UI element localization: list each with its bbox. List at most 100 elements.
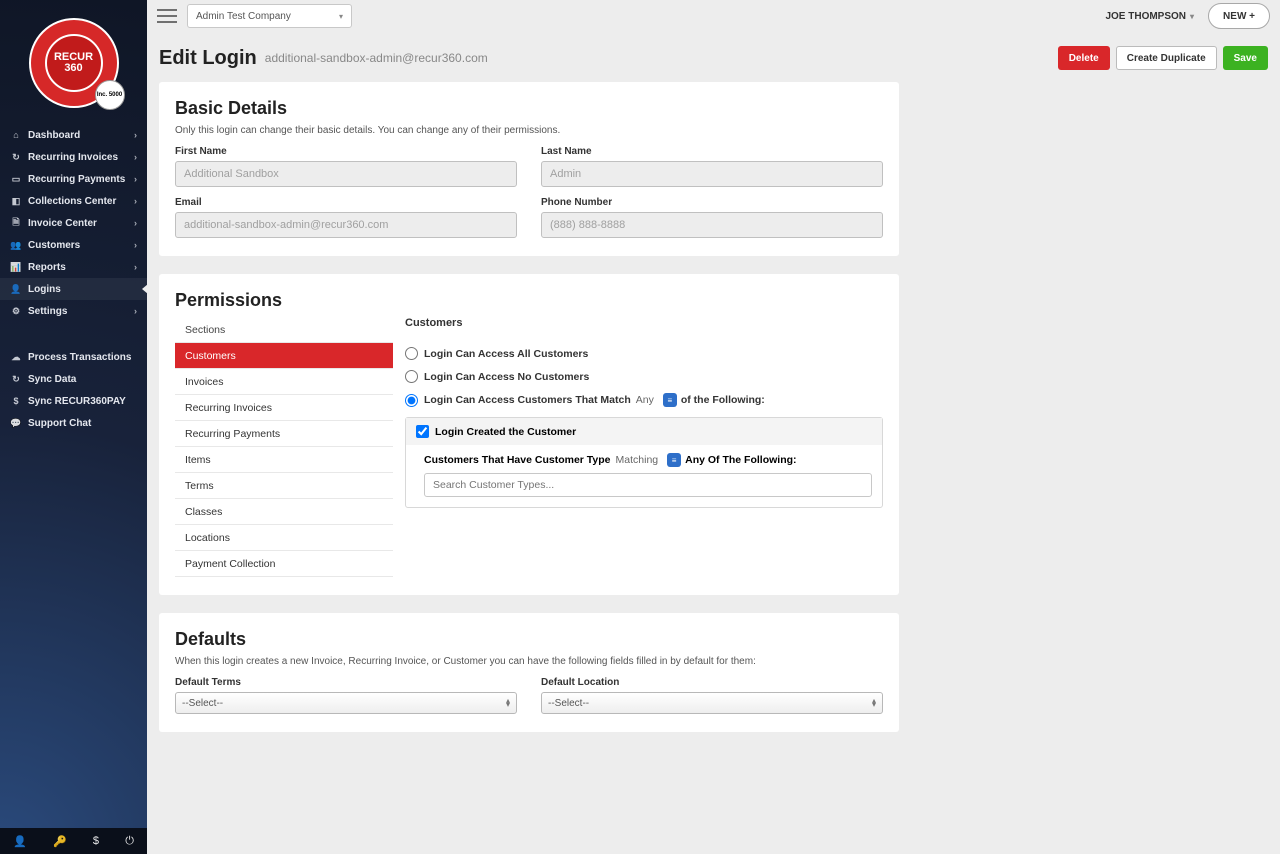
perm-tab-invoices[interactable]: Invoices [175,369,393,395]
nav-item-sync-recur360pay[interactable]: $Sync RECUR360PAY [0,390,147,412]
delete-button[interactable]: Delete [1058,46,1110,70]
perm-tab-locations[interactable]: Locations [175,525,393,551]
nav-item-collections-center[interactable]: ◧ Collections Center › [0,190,147,212]
nav-item-invoice-center[interactable]: 🗎Invoice Center› [0,212,147,234]
nav-label: Support Chat [28,418,91,429]
key-icon[interactable]: 🔑 [53,835,67,848]
perm-tab-customers[interactable]: Customers [175,343,393,369]
radio-match-suffix: of the Following: [681,394,765,406]
new-button-label: NEW + [1223,11,1255,22]
company-select[interactable]: Admin Test Company ▾ [187,4,352,28]
email-label: Email [175,197,517,208]
customer-type-prefix: Customers That Have Customer Type [424,454,611,466]
nav-item-support-chat[interactable]: 💬 Support Chat [0,412,147,434]
perm-tab-classes[interactable]: Classes [175,499,393,525]
nav-icon: 🗎 [10,215,22,231]
page-subtitle: additional-sandbox-admin@recur360.com [265,51,488,65]
defaults-heading: Defaults [175,629,883,650]
nav-icon: ↻ [10,374,22,385]
nav-icon: ▭ [10,174,22,185]
nav-icon: 👤 [10,284,22,295]
chevron-right-icon: › [134,240,137,250]
radio-match-prefix: Login Can Access Customers That Match [424,394,631,406]
first-name-label: First Name [175,146,517,157]
match-toggle-pill[interactable]: ≡ [663,393,677,407]
dollar-icon[interactable]: $ [93,835,99,847]
phone-input [541,212,883,238]
nav-item-recurring-payments[interactable]: ▭Recurring Payments› [0,168,147,190]
phone-label: Phone Number [541,197,883,208]
page-title: Edit Login [159,47,257,70]
nav-label: Dashboard [28,130,80,141]
nav-item-recurring-invoices[interactable]: ↻Recurring Invoices› [0,146,147,168]
nav-label: Customers [28,240,80,251]
nav-label: Logins [28,284,61,295]
inc5000-badge: Inc. 5000 [95,80,125,110]
nav-secondary: ☁ Process Transactions ↻Sync Data$Sync REC… [0,346,147,434]
type-toggle-pill[interactable]: ≡ [667,453,681,467]
save-button[interactable]: Save [1223,46,1268,70]
nav-icon: ⌂ [10,130,22,140]
nav-icon: 👥 [10,240,22,251]
customer-type-matching: Matching [616,454,659,466]
search-customer-types-input[interactable] [424,473,872,497]
nav-label: Process Transactions [28,352,131,363]
email-input [175,212,517,238]
nav-icon: ☁ [10,352,22,363]
permissions-card: Permissions SectionsCustomersInvoicesRec… [159,274,899,595]
checkbox-login-created[interactable] [416,425,429,438]
default-location-value: --Select-- [548,698,589,709]
default-terms-select[interactable]: --Select-- ▴▾ [175,692,517,714]
nav-item-reports[interactable]: 📊 Reports › [0,256,147,278]
last-name-input [541,161,883,187]
new-button[interactable]: NEW + [1208,3,1270,29]
perm-tab-items[interactable]: Items [175,447,393,473]
user-menu[interactable]: JOE THOMPSON ▾ [1105,11,1194,22]
chevron-right-icon: › [134,306,137,316]
nav-label: Reports [28,262,66,273]
nav-label: Recurring Payments [28,174,125,185]
perm-tab-payment-collection[interactable]: Payment Collection [175,551,393,577]
nav-icon: ◧ [10,196,22,207]
duplicate-button[interactable]: Create Duplicate [1116,46,1217,70]
user-icon[interactable]: 👤 [13,835,27,848]
user-name: JOE THOMPSON [1105,11,1186,22]
radio-no-customers[interactable] [405,370,418,383]
radio-all-label: Login Can Access All Customers [424,348,588,360]
nav-item-dashboard[interactable]: ⌂Dashboard› [0,124,147,146]
chevron-down-icon: ▾ [339,12,343,21]
perm-tab-recurring-invoices[interactable]: Recurring Invoices [175,395,393,421]
chevron-right-icon: › [134,218,137,228]
nav-item-logins[interactable]: 👤 Logins [0,278,147,300]
perm-tab-terms[interactable]: Terms [175,473,393,499]
chevron-right-icon: › [134,262,137,272]
default-location-select[interactable]: --Select-- ▴▾ [541,692,883,714]
default-terms-label: Default Terms [175,677,517,688]
chevron-right-icon: › [134,196,137,206]
nav-item-process-transactions[interactable]: ☁ Process Transactions [0,346,147,368]
filter-box: Login Created the Customer Customers Tha… [405,417,883,508]
nav-item-customers[interactable]: 👥 Customers › [0,234,147,256]
nav-label: Collections Center [28,196,116,207]
power-icon[interactable]: ⏻ [125,835,134,848]
nav-icon: 📊 [10,262,22,273]
permissions-content-heading: Customers [405,317,883,329]
basic-desc: Only this login can change their basic d… [175,125,883,136]
nav-icon: 💬 [10,418,22,429]
perm-tab-recurring-payments[interactable]: Recurring Payments [175,421,393,447]
bottom-bar: 👤 🔑 $ ⏻ [0,828,147,854]
radio-match-customers[interactable] [405,394,418,407]
nav-item-settings[interactable]: ⚙Settings› [0,300,147,322]
basic-details-card: Basic Details Only this login can change… [159,82,899,256]
defaults-card: Defaults When this login creates a new I… [159,613,899,732]
radio-all-customers[interactable] [405,347,418,360]
customer-type-anyof: Any Of The Following: [685,454,796,466]
hamburger-icon[interactable] [157,9,177,23]
nav-label: Recurring Invoices [28,152,118,163]
updown-icon: ▴▾ [872,699,876,707]
perm-tabs-header: Sections [175,317,393,343]
default-location-label: Default Location [541,677,883,688]
radio-match-any: Any [636,394,654,406]
defaults-desc: When this login creates a new Invoice, R… [175,656,883,667]
nav-item-sync-data[interactable]: ↻Sync Data [0,368,147,390]
